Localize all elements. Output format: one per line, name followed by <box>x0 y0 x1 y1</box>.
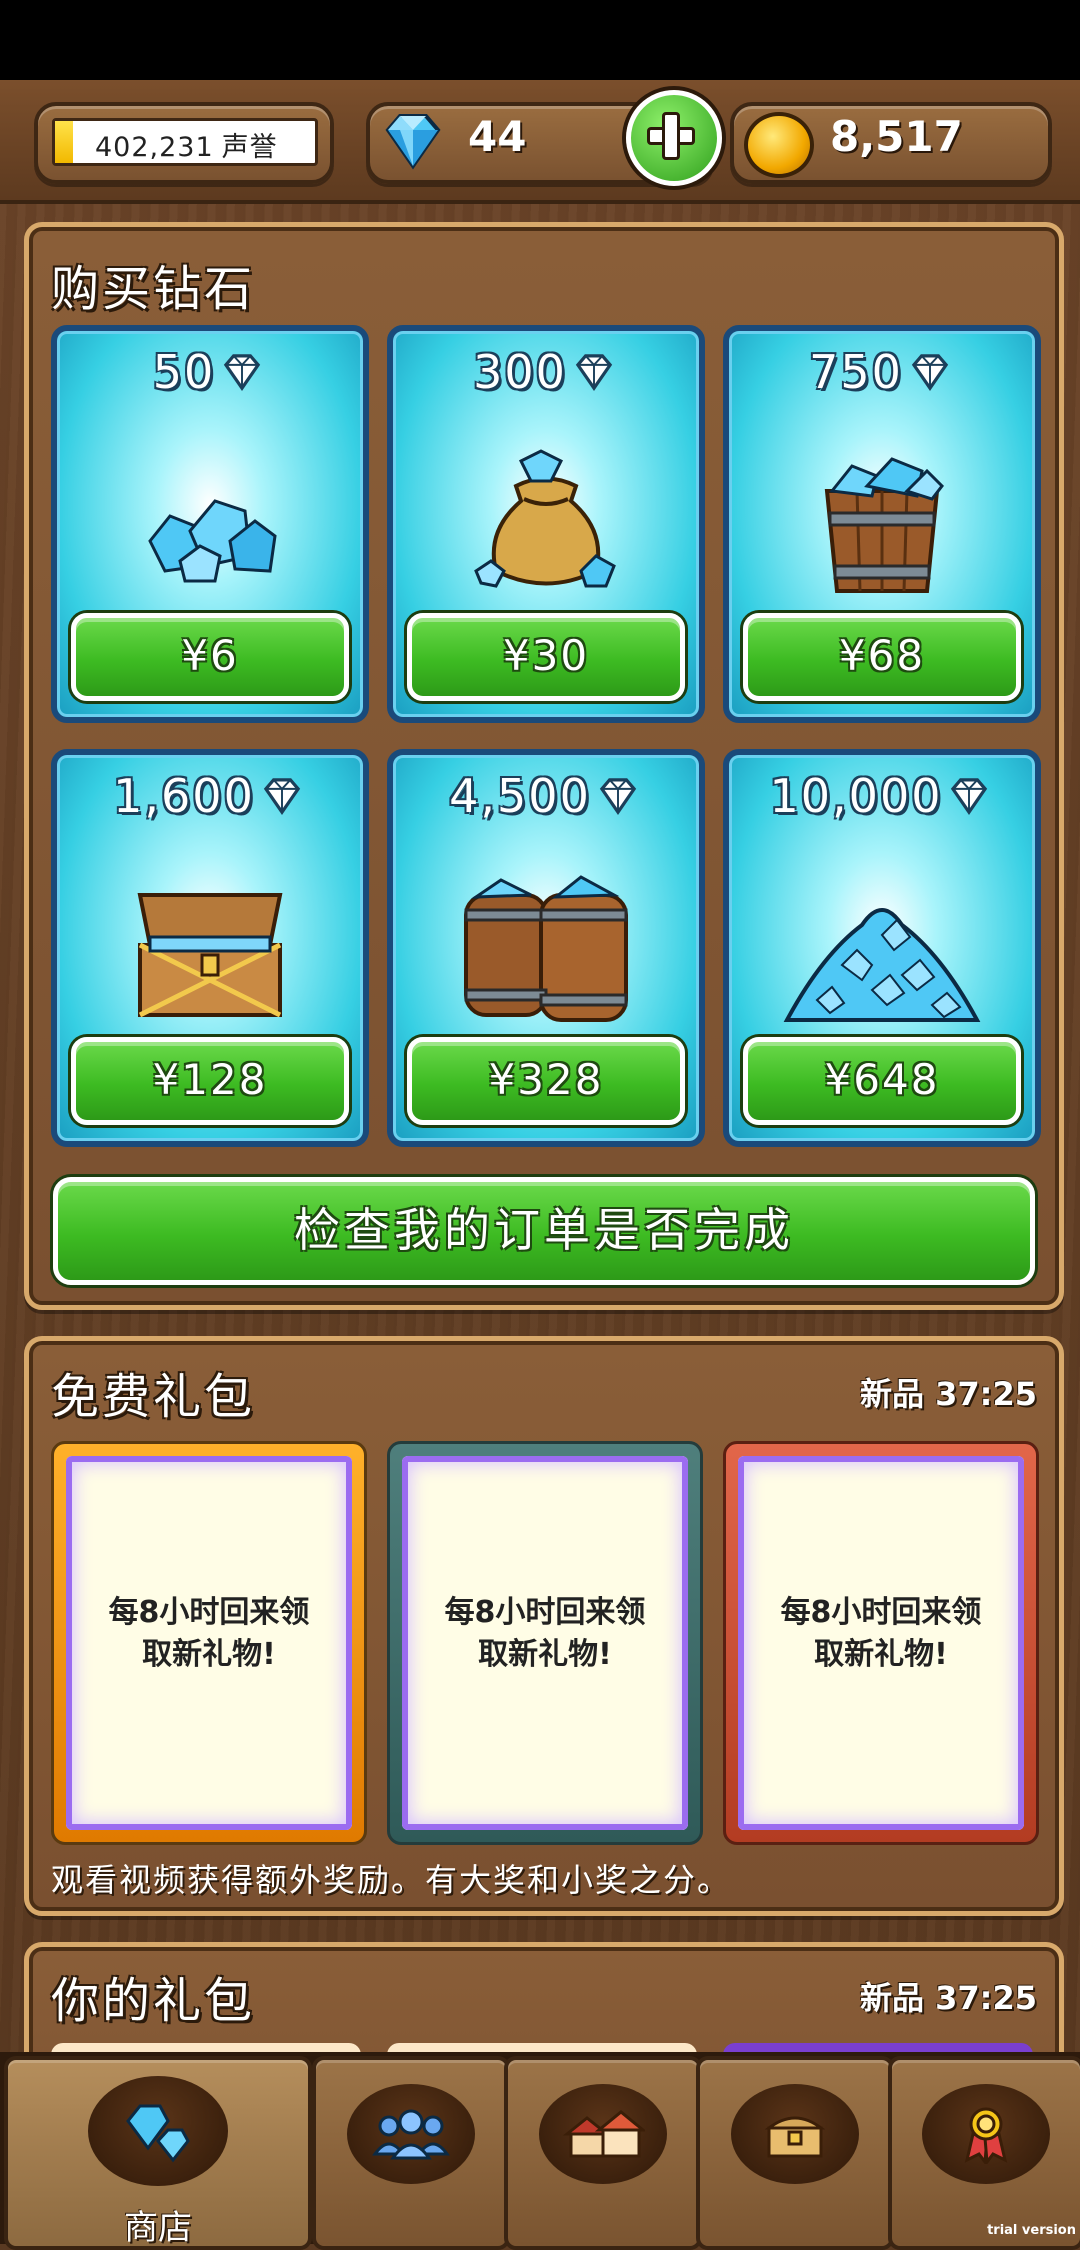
gem-icon <box>599 778 637 815</box>
tab-shop[interactable]: 商店 <box>4 2056 312 2250</box>
chest-icon <box>764 2116 826 2158</box>
tab-icon-well <box>88 2076 228 2186</box>
gem-pack-10000[interactable]: 10,000 ¥648 <box>723 749 1041 1147</box>
tab-people[interactable] <box>312 2056 510 2250</box>
gem-icon <box>911 354 949 391</box>
gem-bucket-icon <box>824 457 944 593</box>
people-icon <box>372 2109 450 2160</box>
free-gifts-note: 观看视频获得额外奖励。有大奖和小奖之分。 <box>51 1861 732 1899</box>
pack-amount: 300 <box>393 345 699 399</box>
gem-pack-4500[interactable]: 4,500 ¥328 <box>387 749 705 1147</box>
gift-card-face: 每8小时回来领 取新礼物! <box>66 1456 352 1830</box>
tab-icon-well <box>539 2084 667 2184</box>
gem-icon <box>263 778 301 815</box>
reputation-plaque[interactable]: 402,231 声誉 <box>34 102 334 184</box>
free-gift-card-red[interactable]: 每8小时回来领 取新礼物! <box>723 1441 1039 1845</box>
reputation-value: 402,231 <box>95 132 214 163</box>
gem-chest-icon <box>137 893 283 1018</box>
gift-text-line2: 取新礼物! <box>478 1637 612 1672</box>
tab-icon-well <box>731 2084 859 2184</box>
gift-text-line1: 每8小时回来领 <box>444 1595 646 1630</box>
free-gifts-timer: 新品 37:25 <box>859 1375 1037 1413</box>
free-gifts-title: 免费礼包 <box>51 1369 256 1425</box>
gem-icon <box>224 354 261 391</box>
gift-card-text: 每8小时回来领 取新礼物! <box>66 1592 352 1676</box>
gem-barrels-icon <box>464 875 628 1022</box>
gift-text-line1: 每8小时回来领 <box>780 1595 982 1630</box>
free-gift-card-gold[interactable]: 每8小时回来领 取新礼物! <box>51 1441 367 1845</box>
gift-card-face: 每8小时回来领 取新礼物! <box>738 1456 1024 1830</box>
tab-icon-well <box>922 2084 1050 2184</box>
gem-icon <box>126 2104 190 2163</box>
free-gift-card-teal[interactable]: 每8小时回来领 取新礼物! <box>387 1441 703 1845</box>
buy-button[interactable]: ¥648 <box>743 1037 1021 1125</box>
bottom-navigation: 商店 trial version <box>0 2052 1080 2250</box>
gem-count: 44 <box>468 112 527 161</box>
gold-coin-icon <box>744 112 814 178</box>
buy-button[interactable]: ¥128 <box>71 1037 349 1125</box>
pack-amount: 50 <box>57 345 363 399</box>
gem-icon <box>385 114 441 170</box>
gem-pack-300[interactable]: 300 ¥30 <box>387 325 705 723</box>
gem-pack-1600[interactable]: 1,600 ¥128 <box>51 749 369 1147</box>
buy-button[interactable]: ¥328 <box>407 1037 685 1125</box>
reputation-text: 402,231 声誉 <box>95 125 278 164</box>
status-bar-area <box>0 0 1080 80</box>
buy-button[interactable]: ¥30 <box>407 613 685 701</box>
buy-button[interactable]: ¥6 <box>71 613 349 701</box>
reputation-label: 声誉 <box>221 132 278 163</box>
pack-amount: 10,000 <box>729 769 1035 823</box>
resource-bar: 402,231 声誉 44 8,517 <box>0 80 1080 204</box>
pack-amount: 4,500 <box>393 769 699 823</box>
gold-count: 8,517 <box>830 112 963 161</box>
gift-card-text: 每8小时回来领 取新礼物! <box>402 1592 688 1676</box>
reputation-meter: 402,231 声誉 <box>52 118 318 166</box>
your-gifts-title: 你的礼包 <box>51 1973 256 2029</box>
tab-shop-label: 商店 <box>124 2208 192 2248</box>
gem-icon <box>575 354 613 391</box>
gem-pile-small-icon <box>148 499 277 583</box>
gift-text-line1: 每8小时回来领 <box>108 1595 310 1630</box>
buy-gems-panel: 购买钻石 50 ¥6 300 ¥30 750 ¥68 1,600 ¥128 4,… <box>24 222 1064 1310</box>
buy-gems-title: 购买钻石 <box>51 261 256 317</box>
gem-mountain-icon <box>783 908 981 1022</box>
gold-balance-plaque[interactable]: 8,517 <box>730 102 1052 184</box>
gem-balance-plaque[interactable]: 44 <box>366 90 722 186</box>
buy-button[interactable]: ¥68 <box>743 613 1021 701</box>
trial-watermark: trial version <box>987 2223 1076 2238</box>
free-gifts-panel: 免费礼包 新品 37:25 每8小时回来领 取新礼物! 每8小时回来领 取新礼物… <box>24 1336 1064 1916</box>
tab-icon-well <box>347 2084 475 2184</box>
tab-home[interactable] <box>504 2056 702 2250</box>
reputation-fill <box>55 121 74 163</box>
gift-card-text: 每8小时回来领 取新礼物! <box>738 1592 1024 1676</box>
pack-amount: 1,600 <box>57 769 363 823</box>
pack-amount: 750 <box>729 345 1035 399</box>
gem-pack-50[interactable]: 50 ¥6 <box>51 325 369 723</box>
gem-icon <box>951 778 988 815</box>
gift-text-line2: 取新礼物! <box>142 1637 276 1672</box>
gem-sack-icon <box>474 449 616 588</box>
medal-icon <box>964 2107 1008 2164</box>
house-icon <box>562 2110 645 2158</box>
check-order-button[interactable]: 检查我的订单是否完成 <box>53 1177 1035 1285</box>
gift-text-line2: 取新礼物! <box>814 1637 948 1672</box>
tab-chest[interactable] <box>696 2056 894 2250</box>
tab-achievements[interactable] <box>888 2056 1080 2250</box>
gift-card-face: 每8小时回来领 取新礼物! <box>402 1456 688 1830</box>
add-gems-button[interactable] <box>626 90 722 186</box>
gem-pack-750[interactable]: 750 ¥68 <box>723 325 1041 723</box>
your-gifts-timer: 新品 37:25 <box>859 1979 1037 2017</box>
